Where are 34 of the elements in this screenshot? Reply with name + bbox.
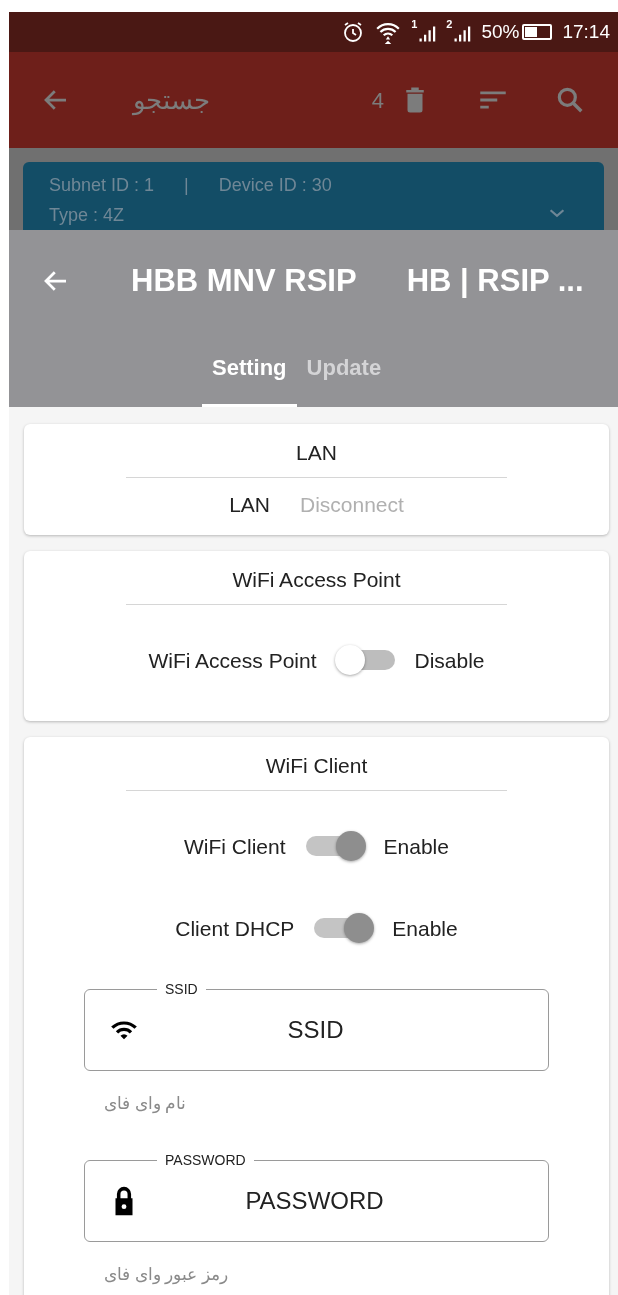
switch-label: WiFi Client <box>184 835 286 857</box>
input-value[interactable]: SSID <box>143 1011 488 1048</box>
item-count: 4 <box>371 86 384 115</box>
switch-state: Disable <box>414 649 485 671</box>
lan-label: LAN <box>229 494 270 515</box>
sheet-title: HBB MNV RSIP <box>131 261 357 300</box>
section-title: WiFi Access Point <box>232 569 401 590</box>
clock-time: 17:14 <box>562 19 610 44</box>
floating-label: SSID <box>164 981 199 997</box>
subnet-id: Subnet ID : 1 <box>49 176 155 194</box>
text-input-field[interactable]: SSID SSID <box>84 981 549 1071</box>
section-title: WiFi Client <box>265 755 368 776</box>
input-value[interactable]: PASSWORD <box>141 1182 488 1219</box>
section-title: LAN <box>296 442 337 463</box>
switch-state: Enable <box>392 917 458 939</box>
battery-icon <box>522 24 553 40</box>
device-id: Device ID : 30 <box>218 176 332 194</box>
switch-label: WiFi Access Point <box>148 649 317 671</box>
connection-status: Disconnect <box>300 494 404 515</box>
toggle-switch[interactable] <box>334 645 397 675</box>
separator-text: | <box>184 176 189 194</box>
floating-label: PASSWORD <box>164 1152 247 1168</box>
device-type: Type : 4Z <box>49 206 125 224</box>
battery-percent: 50% <box>481 19 520 44</box>
text-input-field[interactable]: PASSWORD PASSWORD <box>84 1152 549 1242</box>
switch-label: Client DHCP <box>175 917 295 939</box>
switch-state: Enable <box>383 835 449 857</box>
search-title: جستجو <box>133 83 210 118</box>
sheet-subtitle: HB | RSIP ... <box>406 261 584 300</box>
sim-number: 1 <box>411 19 418 30</box>
helper-text: نام وای فای <box>104 1095 187 1112</box>
helper-text: رمز عبور وای فای <box>104 1266 229 1283</box>
toggle-switch[interactable] <box>312 913 375 943</box>
sim-number: 2 <box>446 19 453 30</box>
